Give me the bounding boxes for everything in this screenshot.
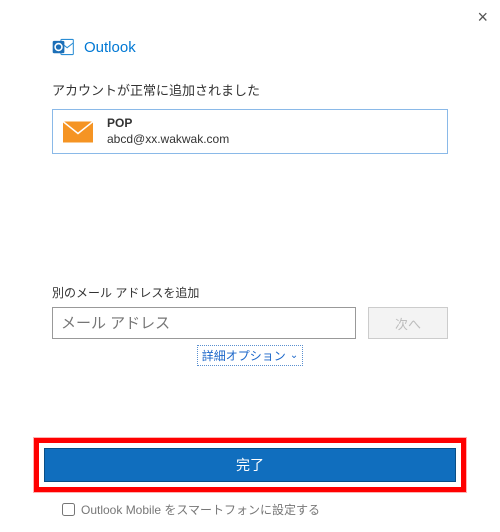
account-added-box: POP abcd@xx.wakwak.com (52, 109, 448, 154)
email-input[interactable] (52, 307, 356, 339)
content-area: アカウントが正常に追加されました POP abcd@xx.wakwak.com … (0, 58, 500, 366)
advanced-options-dropdown[interactable]: 詳細オプション ⌄ (197, 345, 303, 366)
success-message: アカウントが正常に追加されました (52, 80, 448, 99)
header: Outlook (0, 0, 500, 58)
done-button[interactable]: 完了 (44, 448, 456, 482)
chevron-down-icon: ⌄ (290, 350, 298, 361)
add-another-label: 別のメール アドレスを追加 (52, 284, 448, 301)
account-info: POP abcd@xx.wakwak.com (107, 116, 229, 147)
mobile-setup-checkbox[interactable] (62, 503, 75, 516)
account-type-label: POP (107, 116, 229, 132)
mobile-setup-label: Outlook Mobile をスマートフォンに設定する (81, 501, 320, 518)
mobile-setup-row[interactable]: Outlook Mobile をスマートフォンに設定する (62, 501, 320, 518)
add-another-section: 別のメール アドレスを追加 次へ 詳細オプション ⌄ (52, 284, 448, 366)
account-email: abcd@xx.wakwak.com (107, 132, 229, 148)
brand-title: Outlook (84, 39, 136, 56)
close-icon[interactable]: × (477, 8, 488, 26)
outlook-icon (52, 36, 74, 58)
next-button[interactable]: 次へ (368, 307, 448, 339)
mail-icon (63, 121, 93, 143)
advanced-options-label: 詳細オプション (202, 347, 286, 364)
highlight-frame: 完了 (34, 438, 466, 492)
